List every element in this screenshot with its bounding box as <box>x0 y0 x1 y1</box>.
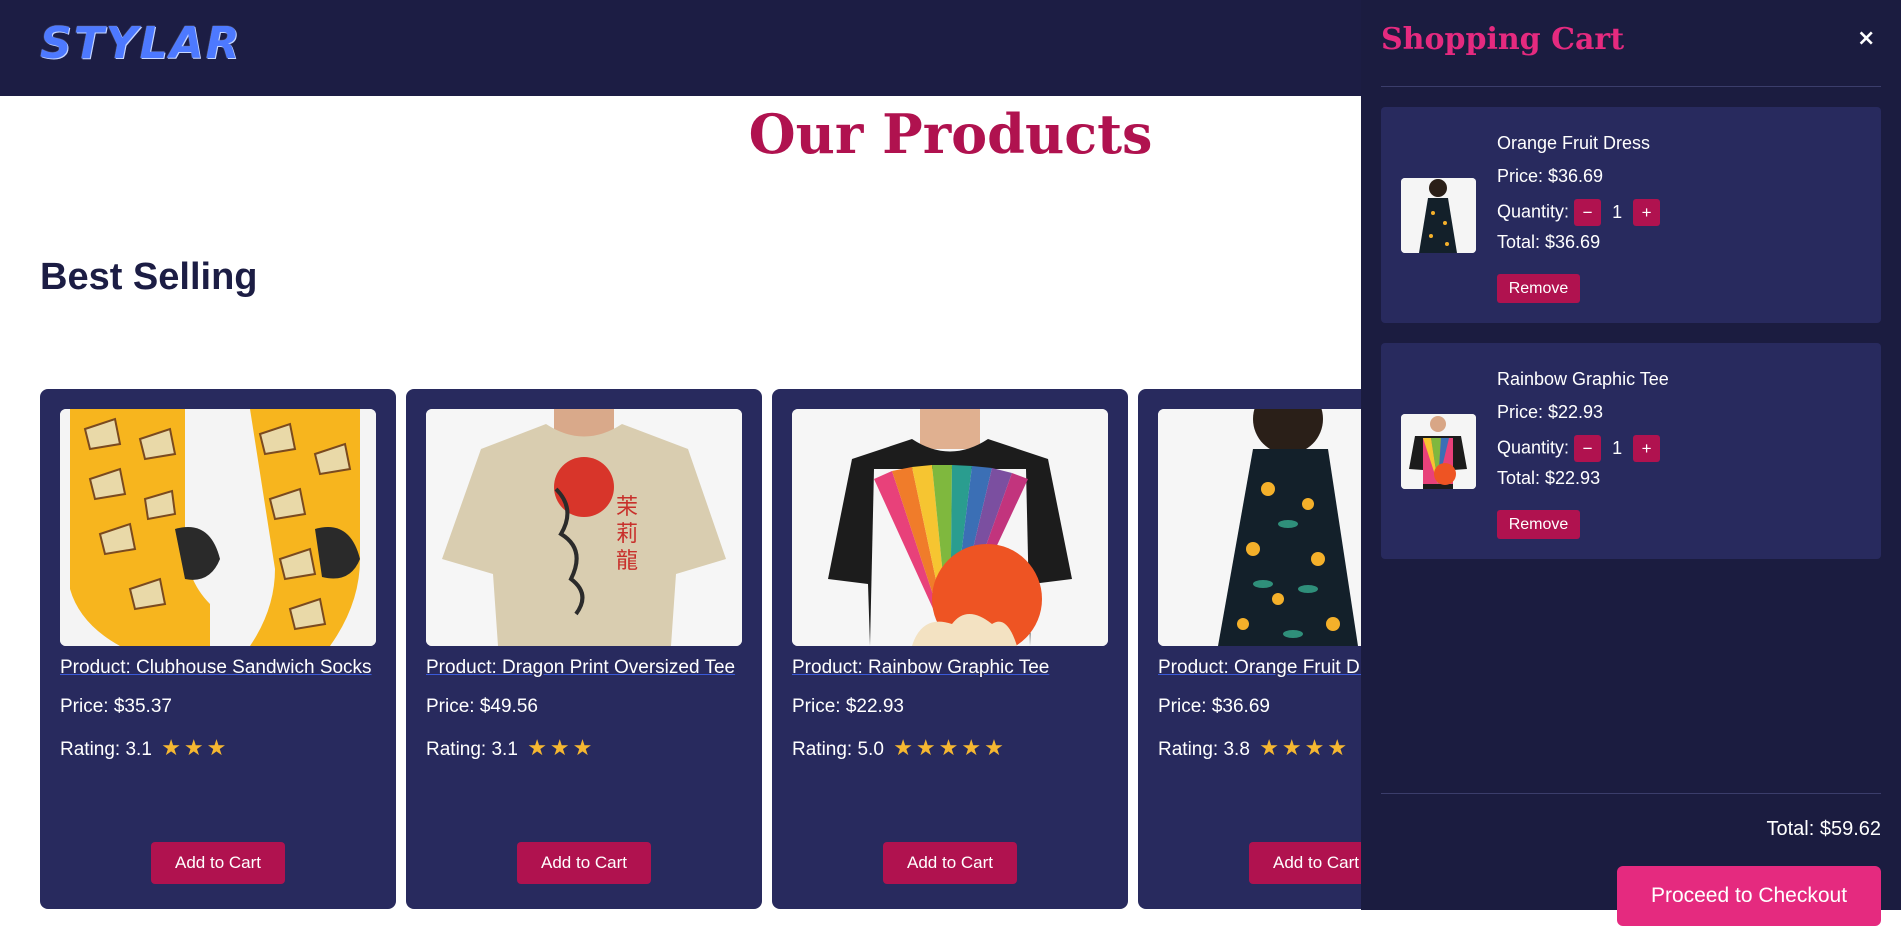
remove-button[interactable]: Remove <box>1497 274 1580 303</box>
product-name[interactable]: Product: Clubhouse Sandwich Socks <box>60 657 372 679</box>
product-price: Price: $35.37 <box>60 696 172 717</box>
add-to-cart-button[interactable]: Add to Cart <box>151 842 285 884</box>
decrease-quantity-button[interactable]: − <box>1574 435 1602 462</box>
checkout-button[interactable]: Proceed to Checkout <box>1617 866 1881 926</box>
increase-quantity-button[interactable]: + <box>1633 199 1661 226</box>
product-price: Price: $49.56 <box>426 696 538 717</box>
cart-item-total: Total: $36.69 <box>1497 232 1601 252</box>
cart-item-name: Rainbow Graphic Tee <box>1497 369 1669 389</box>
star-icons: ★★★★ <box>1259 735 1351 760</box>
cart-item: Orange Fruit Dress Price: $36.69 Quantit… <box>1381 107 1881 323</box>
product-rating: Rating: 3.8 ★★★★ <box>1158 735 1350 761</box>
product-rating: Rating: 5.0 ★★★★★ <box>792 735 1007 761</box>
quantity-label: Quantity: <box>1497 201 1570 222</box>
product-name[interactable]: Product: Rainbow Graphic Tee <box>792 657 1049 679</box>
star-icons: ★★★ <box>527 735 596 760</box>
product-card: Product: Rainbow Graphic Tee Price: $22.… <box>772 389 1128 909</box>
add-to-cart-button[interactable]: Add to Cart <box>883 842 1017 884</box>
site-logo[interactable]: STYLAR <box>40 18 242 69</box>
product-rating: Rating: 3.1 ★★★ <box>60 735 229 761</box>
cart-divider <box>1381 86 1881 87</box>
tee-image[interactable]: 茉 莉 龍 <box>426 409 742 646</box>
product-card: 茉 莉 龍 Product: Dragon Print Oversized Te… <box>406 389 762 909</box>
product-price: Price: $22.93 <box>792 696 904 717</box>
star-icons: ★★★★★ <box>893 735 1007 760</box>
quantity-value: 1 <box>1612 438 1623 458</box>
rating-text: Rating: 3.1 <box>426 739 518 760</box>
cart-grand-total: Total: $59.62 <box>1766 818 1881 840</box>
remove-button[interactable]: Remove <box>1497 510 1580 539</box>
rainbow-tee-image[interactable] <box>792 409 1108 646</box>
rating-text: Rating: 3.1 <box>60 739 152 760</box>
cart-drawer: Shopping Cart × Orange Fruit Dress Price… <box>1361 0 1901 926</box>
cart-item-thumbnail <box>1401 178 1476 253</box>
star-icons: ★★★ <box>161 735 230 760</box>
socks-image[interactable] <box>60 409 376 646</box>
cart-item-price: Price: $36.69 <box>1497 166 1604 186</box>
svg-text:茉: 茉 <box>616 495 638 520</box>
close-icon[interactable]: × <box>1857 26 1875 51</box>
section-title: Best Selling <box>40 256 258 298</box>
cart-item-quantity: Quantity: − 1 + <box>1497 199 1661 226</box>
svg-text:莉: 莉 <box>616 522 638 547</box>
cart-item-price: Price: $22.93 <box>1497 402 1604 422</box>
cart-item-quantity: Quantity: − 1 + <box>1497 435 1661 462</box>
rating-text: Rating: 3.8 <box>1158 739 1250 760</box>
product-price: Price: $36.69 <box>1158 696 1270 717</box>
decrease-quantity-button[interactable]: − <box>1574 199 1602 226</box>
product-name[interactable]: Product: Orange Fruit Dress <box>1158 657 1396 679</box>
quantity-value: 1 <box>1612 202 1623 222</box>
product-rating: Rating: 3.1 ★★★ <box>426 735 595 761</box>
cart-item-total: Total: $22.93 <box>1497 468 1601 488</box>
increase-quantity-button[interactable]: + <box>1633 435 1661 462</box>
product-grid: Product: Clubhouse Sandwich Socks Price:… <box>40 389 1494 909</box>
rating-text: Rating: 5.0 <box>792 739 884 760</box>
cart-item-thumbnail <box>1401 414 1476 489</box>
quantity-label: Quantity: <box>1497 437 1570 458</box>
cart-item: Rainbow Graphic Tee Price: $22.93 Quanti… <box>1381 343 1881 559</box>
svg-text:龍: 龍 <box>616 549 638 574</box>
cart-title: Shopping Cart <box>1381 22 1625 57</box>
cart-divider <box>1381 793 1881 794</box>
add-to-cart-button[interactable]: Add to Cart <box>517 842 651 884</box>
product-card: Product: Clubhouse Sandwich Socks Price:… <box>40 389 396 909</box>
product-name[interactable]: Product: Dragon Print Oversized Tee <box>426 657 735 679</box>
cart-item-name: Orange Fruit Dress <box>1497 133 1651 153</box>
